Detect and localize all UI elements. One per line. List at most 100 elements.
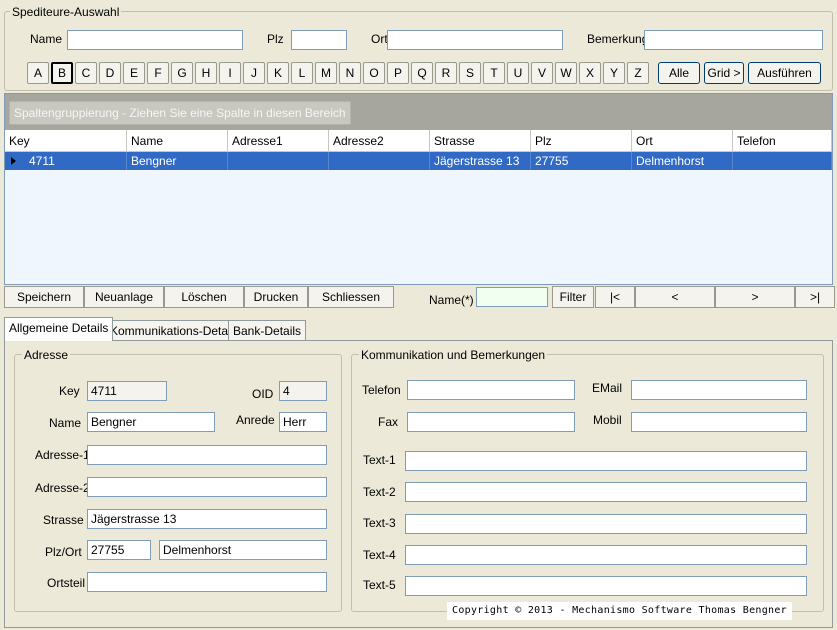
letter-button-c[interactable]: C: [75, 62, 97, 84]
nav-last-button[interactable]: >|: [795, 286, 835, 308]
group-by-hint: Spaltengruppierung - Ziehen Sie eine Spa…: [9, 101, 351, 125]
results-grid[interactable]: Spaltengruppierung - Ziehen Sie eine Spa…: [4, 93, 833, 285]
alle-button[interactable]: Alle: [658, 62, 700, 84]
grid-button[interactable]: Grid >: [704, 62, 744, 84]
search-plz-input[interactable]: [291, 30, 347, 50]
letter-button-i[interactable]: I: [219, 62, 241, 84]
letter-button-v[interactable]: V: [531, 62, 553, 84]
tab-allgemeine-details[interactable]: Allgemeine Details: [4, 317, 114, 341]
text2-label: Text-2: [363, 485, 396, 499]
neuanlage-button[interactable]: Neuanlage: [84, 286, 164, 308]
letter-button-t[interactable]: T: [483, 62, 505, 84]
cell-adresse2: [329, 152, 430, 170]
key-label: Key: [59, 384, 80, 398]
letter-button-m[interactable]: M: [315, 62, 337, 84]
search-name-input[interactable]: [67, 30, 243, 50]
fax-field[interactable]: [407, 412, 575, 432]
drucken-button[interactable]: Drucken: [244, 286, 308, 308]
nav-prev-button[interactable]: <: [635, 286, 715, 308]
cell-key: 4711: [25, 152, 127, 170]
text1-field[interactable]: [405, 451, 807, 471]
adresse-name-field[interactable]: [87, 412, 215, 432]
text2-field[interactable]: [405, 482, 807, 502]
letter-button-x[interactable]: X: [579, 62, 601, 84]
schliessen-button[interactable]: Schliessen: [308, 286, 394, 308]
text1-label: Text-1: [363, 453, 396, 467]
letter-button-r[interactable]: R: [435, 62, 457, 84]
column-header-adresse1[interactable]: Adresse1: [228, 130, 329, 152]
text5-label: Text-5: [363, 578, 396, 592]
group-by-area[interactable]: Spaltengruppierung - Ziehen Sie eine Spa…: [5, 94, 832, 131]
letter-button-a[interactable]: A: [27, 62, 49, 84]
column-header-plz[interactable]: Plz: [531, 130, 632, 152]
text3-field[interactable]: [405, 514, 807, 534]
letter-button-e[interactable]: E: [123, 62, 145, 84]
loeschen-button[interactable]: Löschen: [164, 286, 244, 308]
letter-button-l[interactable]: L: [291, 62, 313, 84]
letter-button-b[interactable]: B: [51, 62, 73, 84]
letter-button-w[interactable]: W: [555, 62, 577, 84]
letter-button-n[interactable]: N: [339, 62, 361, 84]
letter-button-z[interactable]: Z: [627, 62, 649, 84]
filter-name-input[interactable]: [476, 287, 548, 307]
text4-label: Text-4: [363, 548, 396, 562]
letter-button-k[interactable]: K: [267, 62, 289, 84]
column-header-name[interactable]: Name: [127, 130, 228, 152]
ort-field[interactable]: [159, 540, 327, 560]
letter-button-y[interactable]: Y: [603, 62, 625, 84]
plzort-label: Plz/Ort: [45, 545, 82, 559]
letter-button-g[interactable]: G: [171, 62, 193, 84]
column-header-strasse[interactable]: Strasse: [430, 130, 531, 152]
letter-button-s[interactable]: S: [459, 62, 481, 84]
letter-button-h[interactable]: H: [195, 62, 217, 84]
column-header-adresse2[interactable]: Adresse2: [329, 130, 430, 152]
oid-field[interactable]: [279, 381, 327, 401]
letter-button-q[interactable]: Q: [411, 62, 433, 84]
oid-label: OID: [252, 387, 274, 401]
letter-button-d[interactable]: D: [99, 62, 121, 84]
adresse1-field[interactable]: [87, 445, 327, 465]
table-row[interactable]: 4711 Bengner Jägerstrasse 13 27755 Delmenhor…: [5, 152, 832, 170]
adresse-group-title: Adresse: [22, 348, 71, 362]
cell-telefon: [733, 152, 832, 170]
adresse-name-label: Name: [49, 416, 82, 430]
ortsteil-field[interactable]: [87, 572, 327, 592]
nav-next-button[interactable]: >: [715, 286, 795, 308]
column-header-key[interactable]: Key: [5, 130, 127, 152]
letter-button-j[interactable]: J: [243, 62, 265, 84]
cell-plz: 27755: [531, 152, 632, 170]
tab-bank-details[interactable]: Bank-Details: [228, 320, 307, 340]
adresse2-field[interactable]: [87, 477, 327, 497]
letter-button-f[interactable]: F: [147, 62, 169, 84]
mobil-field[interactable]: [631, 412, 807, 432]
bemerkung-label: Bemerkung: [587, 32, 649, 46]
key-field[interactable]: [87, 381, 167, 401]
search-bemerkung-input[interactable]: [644, 30, 823, 50]
text4-field[interactable]: [405, 545, 807, 565]
nav-first-button[interactable]: |<: [595, 286, 635, 308]
telefon-field[interactable]: [407, 380, 575, 400]
adresse1-label: Adresse-1: [35, 448, 90, 462]
row-indicator-icon: [11, 157, 16, 165]
strasse-field[interactable]: [87, 509, 327, 529]
plz-field[interactable]: [87, 540, 151, 560]
filter-name-label: Name(*): [429, 293, 474, 307]
column-header-telefon[interactable]: Telefon: [733, 130, 832, 152]
text5-field[interactable]: [405, 576, 807, 596]
anrede-field[interactable]: [279, 412, 327, 432]
letter-button-o[interactable]: O: [363, 62, 385, 84]
kommunikation-group-title: Kommunikation und Bemerkungen: [359, 348, 548, 362]
tab-kommunikations-details[interactable]: Kommunikations-Details: [105, 320, 245, 340]
letter-button-u[interactable]: U: [507, 62, 529, 84]
column-header-ort[interactable]: Ort: [632, 130, 733, 152]
ausfuehren-button[interactable]: Ausführen: [748, 62, 821, 84]
fax-label: Fax: [378, 415, 399, 429]
search-ort-input[interactable]: [387, 30, 563, 50]
ort-label: Ort: [371, 32, 388, 46]
filter-button[interactable]: Filter: [552, 286, 594, 308]
email-field[interactable]: [631, 380, 807, 400]
letter-button-p[interactable]: P: [387, 62, 409, 84]
mobil-label: Mobil: [593, 413, 622, 427]
search-group-title: Spediteure-Auswahl: [10, 5, 122, 19]
speichern-button[interactable]: Speichern: [4, 286, 84, 308]
